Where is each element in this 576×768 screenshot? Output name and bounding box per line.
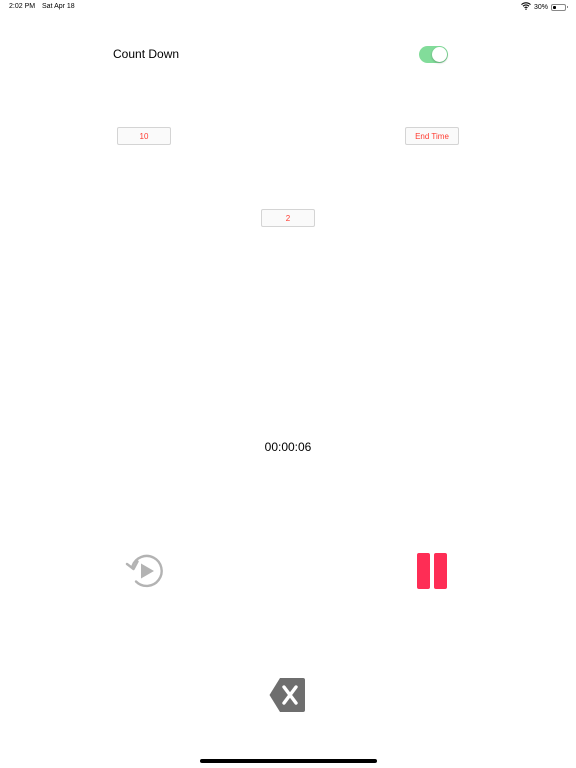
pause-bar-right: [434, 553, 447, 589]
end-time-field[interactable]: End Time: [405, 127, 459, 145]
pause-button[interactable]: [414, 551, 450, 591]
status-bar: 2:02 PM Sat Apr 18 30%: [0, 0, 576, 14]
start-value-field[interactable]: 10: [117, 127, 171, 145]
pause-bar-left: [417, 553, 430, 589]
home-indicator[interactable]: [200, 759, 377, 763]
timer-display: 00:00:06: [264, 440, 312, 454]
restart-play-icon: [125, 554, 163, 588]
battery-percent: 30%: [533, 3, 548, 11]
status-date: Sat Apr 18: [42, 3, 75, 10]
count-down-toggle[interactable]: [419, 46, 448, 63]
battery-icon: [551, 3, 568, 11]
status-right-group: 30%: [521, 2, 568, 12]
battery-fill: [553, 5, 557, 9]
backspace-icon: [269, 678, 305, 712]
count-down-label: Count Down: [113, 47, 180, 61]
status-time: 2:02 PM: [9, 3, 36, 10]
wifi-icon: [521, 2, 531, 12]
restart-button[interactable]: [124, 550, 166, 592]
interval-field[interactable]: 2: [261, 209, 315, 227]
delete-button[interactable]: [268, 676, 306, 714]
toggle-knob: [432, 47, 447, 62]
